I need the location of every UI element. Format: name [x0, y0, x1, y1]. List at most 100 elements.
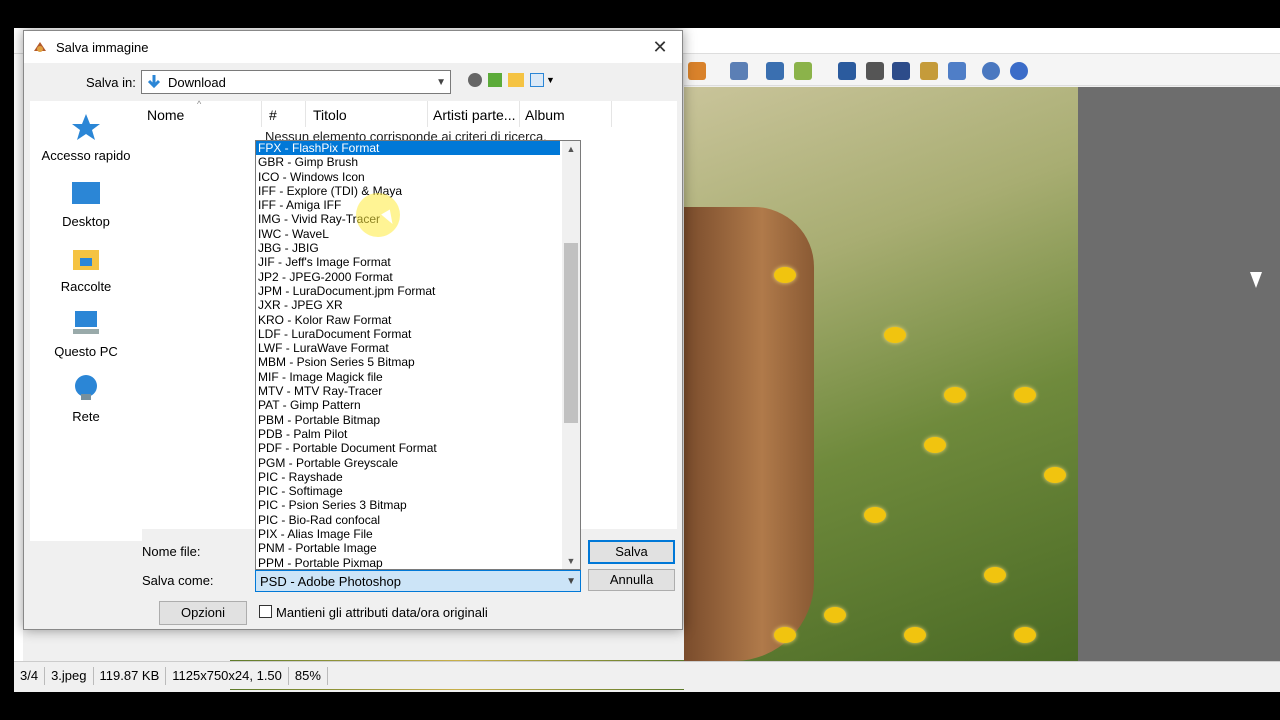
cancel-button[interactable]: Annulla [588, 569, 675, 591]
format-option[interactable]: IFF - Amiga IFF [256, 198, 560, 212]
fit-window-icon[interactable] [766, 62, 784, 80]
view-menu-icon[interactable] [530, 73, 544, 87]
format-option[interactable]: JIF - Jeff's Image Format [256, 255, 560, 269]
fullscreen-icon[interactable] [688, 62, 706, 80]
format-option[interactable]: FPX - FlashPix Format [256, 141, 560, 156]
folder-icon [73, 250, 99, 270]
displayed-photo [684, 87, 1078, 661]
format-option[interactable]: PIX - Alias Image File [256, 527, 560, 541]
format-option[interactable]: PGM - Portable Greyscale [256, 456, 560, 470]
up-folder-icon[interactable] [488, 73, 502, 87]
print-icon[interactable] [866, 62, 884, 80]
format-option[interactable]: JBG - JBIG [256, 241, 560, 255]
format-option[interactable]: MIF - Image Magick file [256, 370, 560, 384]
scroll-down-icon[interactable]: ▼ [562, 553, 580, 569]
network-icon [75, 375, 97, 400]
image-viewport [684, 87, 1280, 661]
star-icon [72, 114, 100, 140]
new-folder-icon[interactable] [508, 73, 524, 87]
format-option[interactable]: JPM - LuraDocument.jpm Format [256, 284, 560, 298]
format-option[interactable]: PIC - Bio-Rad confocal [256, 513, 560, 527]
place-label: Questo PC [54, 344, 118, 359]
filename-label: Nome file: [142, 544, 201, 559]
save-in-combo[interactable]: Download ▼ [141, 70, 451, 94]
format-option[interactable]: PNM - Portable Image [256, 541, 560, 555]
app-logo-icon [34, 42, 46, 52]
dialog-title: Salva immagine [56, 39, 149, 55]
filetype-label: Salva come: [142, 573, 214, 588]
format-option[interactable]: PDB - Palm Pilot [256, 427, 560, 441]
scrollbar-thumb[interactable] [564, 243, 578, 423]
save-in-value: Download [168, 74, 226, 90]
format-option[interactable]: PAT - Gimp Pattern [256, 398, 560, 412]
filetype-value: PSD - Adobe Photoshop [260, 573, 401, 589]
gear-icon[interactable] [982, 62, 1000, 80]
capture-icon[interactable] [948, 62, 966, 80]
zoom-icon[interactable] [730, 62, 748, 80]
chevron-down-icon: ▼ [566, 575, 576, 587]
close-icon[interactable]: ✕ [650, 37, 670, 57]
format-option[interactable]: LWF - LuraWave Format [256, 341, 560, 355]
column-number[interactable]: # [269, 107, 277, 123]
slideshow-icon[interactable] [794, 62, 812, 80]
keep-dates-label: Mantieni gli attributi data/ora original… [276, 605, 488, 620]
place-desktop[interactable]: Desktop [30, 179, 142, 229]
scanner-icon[interactable] [892, 62, 910, 80]
status-size: 119.87 KB [94, 666, 167, 685]
viewer-toolbar [684, 54, 1280, 86]
format-option[interactable]: MBM - Psion Series 5 Bitmap [256, 355, 560, 369]
places-bar: Accesso rapido Desktop Raccolte Questo P… [30, 101, 142, 541]
status-position: 3/4 [14, 666, 46, 685]
format-option[interactable]: PIC - Rayshade [256, 470, 560, 484]
format-option[interactable]: GBR - Gimp Brush [256, 155, 560, 169]
options-button[interactable]: Opzioni [159, 601, 247, 625]
column-name[interactable]: Nome [147, 107, 184, 123]
format-option[interactable]: MTV - MTV Ray-Tracer [256, 384, 560, 398]
column-title[interactable]: Titolo [313, 107, 347, 123]
mouse-cursor [1250, 272, 1262, 288]
status-filename: 3.jpeg [45, 666, 94, 685]
place-network[interactable]: Rete [30, 374, 142, 424]
computer-icon [73, 311, 99, 334]
format-option[interactable]: PIC - Psion Series 3 Bitmap [256, 498, 560, 512]
format-option[interactable]: JP2 - JPEG-2000 Format [256, 270, 560, 284]
place-quick-access[interactable]: Accesso rapido [30, 113, 142, 163]
save-button[interactable]: Salva [588, 540, 675, 564]
info-icon[interactable] [1010, 62, 1028, 80]
place-label: Raccolte [60, 279, 112, 294]
column-artists[interactable]: Artisti parte... [433, 107, 515, 123]
video-top-bar [0, 0, 1280, 28]
place-label: Desktop [62, 214, 110, 229]
format-option[interactable]: PPM - Portable Pixmap [256, 556, 560, 569]
format-option[interactable]: KRO - Kolor Raw Format [256, 313, 560, 327]
back-icon[interactable] [468, 73, 482, 87]
column-album[interactable]: Album [525, 107, 565, 123]
format-option[interactable]: LDF - LuraDocument Format [256, 327, 560, 341]
place-this-pc[interactable]: Questo PC [30, 309, 142, 359]
dialog-title-bar: Salva immagine ✕ [24, 31, 682, 63]
format-option[interactable]: PIC - Softimage [256, 484, 560, 498]
format-option[interactable]: PBM - Portable Bitmap [256, 413, 560, 427]
place-libraries[interactable]: Raccolte [30, 244, 142, 294]
binoculars-icon[interactable] [838, 62, 856, 80]
place-label: Accesso rapido [41, 148, 131, 163]
format-option[interactable]: IWC - WaveL [256, 227, 560, 241]
thumbnails-icon[interactable] [920, 62, 938, 80]
format-dropdown-list[interactable]: FPX - FlashPix Format GBR - Gimp Brush ICO… [255, 140, 581, 570]
dropdown-scrollbar[interactable]: ▲ ▼ [562, 141, 580, 569]
format-option[interactable]: PDF - Portable Document Format [256, 441, 560, 455]
format-option[interactable]: JXR - JPEG XR [256, 298, 560, 312]
format-option[interactable]: IMG - Vivid Ray-Tracer [256, 212, 560, 226]
desktop-icon [72, 182, 100, 204]
scroll-up-icon[interactable]: ▲ [562, 141, 580, 157]
filetype-combo[interactable]: PSD - Adobe Photoshop ▼ [255, 570, 581, 592]
view-menu-chevron-icon[interactable]: ▼ [546, 75, 555, 85]
chevron-down-icon: ▼ [436, 76, 446, 88]
place-label: Rete [72, 409, 100, 424]
format-option[interactable]: IFF - Explore (TDI) & Maya [256, 184, 560, 198]
format-list: FPX - FlashPix Format GBR - Gimp Brush ICO… [256, 141, 560, 569]
sort-chevron-icon: ^ [197, 99, 202, 109]
format-option[interactable]: ICO - Windows Icon [256, 170, 560, 184]
keep-dates-checkbox[interactable] [259, 605, 272, 618]
status-zoom: 85% [289, 666, 328, 685]
